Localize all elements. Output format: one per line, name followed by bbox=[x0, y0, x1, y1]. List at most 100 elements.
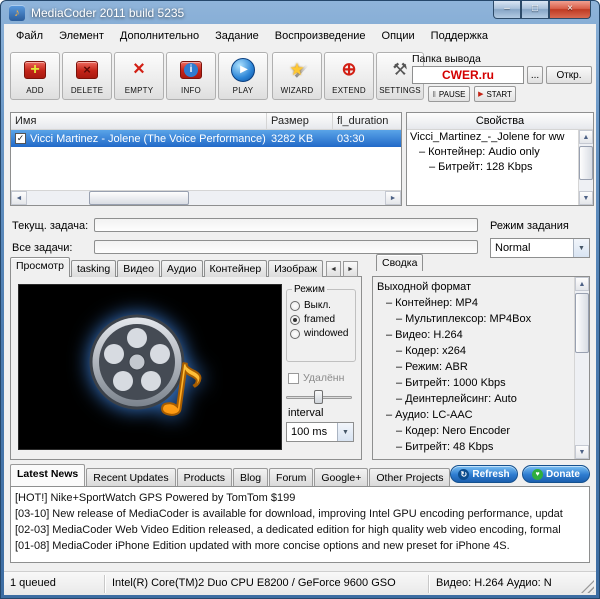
properties-scrollbar[interactable]: ▲ ▼ bbox=[578, 130, 593, 205]
scrollbar-thumb[interactable] bbox=[89, 191, 189, 205]
property-item[interactable]: – Битрейт: 128 Kbps bbox=[407, 160, 578, 175]
menu-playback[interactable]: Воспроизведение bbox=[267, 27, 374, 45]
extend-button[interactable]: ⊕ EXTEND bbox=[324, 52, 374, 100]
tab-container[interactable]: Контейнер bbox=[203, 260, 268, 277]
scrollbar-track[interactable] bbox=[579, 144, 593, 191]
scroll-down-arrow-icon[interactable]: ▼ bbox=[579, 191, 593, 205]
tree-item[interactable]: – Видео: H.264 bbox=[374, 327, 574, 343]
scroll-right-arrow-icon[interactable]: ► bbox=[385, 191, 401, 205]
add-button[interactable]: + ADD bbox=[10, 52, 60, 100]
donate-button[interactable]: ♥ Donate bbox=[522, 465, 590, 483]
news-item[interactable]: [HOT!] Nike+SportWatch GPS Powered by To… bbox=[15, 490, 585, 506]
scrollbar-thumb[interactable] bbox=[579, 146, 593, 180]
property-item[interactable]: Vicci_Martinez_-_Jolene for ww bbox=[407, 130, 578, 145]
dropdown-arrow-icon[interactable]: ▼ bbox=[573, 239, 589, 257]
output-folder-input[interactable]: CWER.ru bbox=[412, 66, 524, 84]
tab-video[interactable]: Видео bbox=[117, 260, 160, 277]
tree-item[interactable]: Выходной формат bbox=[374, 279, 574, 295]
tab-scroll-right-icon[interactable]: ► bbox=[343, 261, 358, 277]
status-queued: 1 queued bbox=[10, 577, 56, 589]
scrollbar-track[interactable] bbox=[575, 291, 589, 445]
file-checkbox[interactable]: ✓ bbox=[15, 133, 26, 144]
tree-dash: – bbox=[386, 409, 393, 421]
task-mode-select[interactable]: Normal ▼ bbox=[490, 238, 590, 258]
start-icon: ▶ bbox=[478, 91, 484, 98]
scroll-up-arrow-icon[interactable]: ▲ bbox=[575, 277, 589, 291]
refresh-button[interactable]: ↻ Refresh bbox=[450, 465, 518, 483]
tree-item[interactable]: – Режим: ABR bbox=[374, 359, 574, 375]
news-tab-blog[interactable]: Blog bbox=[233, 468, 269, 486]
file-size: 3282 KB bbox=[271, 132, 314, 145]
dropdown-arrow-icon[interactable]: ▼ bbox=[337, 423, 353, 441]
properties-header[interactable]: Свойства bbox=[407, 113, 593, 130]
tree-item[interactable]: – Кодер: Nero Encoder bbox=[374, 423, 574, 439]
news-tab-latest[interactable]: Latest News bbox=[10, 464, 86, 486]
tab-picture[interactable]: Изображ bbox=[268, 260, 323, 277]
tab-tasking[interactable]: tasking bbox=[70, 260, 117, 277]
column-header-name[interactable]: Имя bbox=[11, 113, 267, 129]
slider-thumb[interactable] bbox=[314, 390, 323, 404]
info-button[interactable]: i INFO bbox=[166, 52, 216, 100]
news-item[interactable]: [01-08] MediaCoder iPhone Edition update… bbox=[15, 538, 585, 554]
column-header-size[interactable]: Размер bbox=[267, 113, 333, 129]
scroll-down-arrow-icon[interactable]: ▼ bbox=[575, 445, 589, 459]
start-button[interactable]: ▶ START bbox=[474, 86, 516, 102]
interval-select[interactable]: 100 ms ▼ bbox=[286, 422, 354, 442]
menu-task[interactable]: Задание bbox=[207, 27, 267, 45]
menu-bar: Файл Элемент Дополнительно Задание Воспр… bbox=[8, 26, 496, 46]
delete-button[interactable]: × DELETE bbox=[62, 52, 112, 100]
close-button[interactable]: × bbox=[549, 1, 591, 19]
radio-framed[interactable]: framed bbox=[290, 314, 352, 325]
minimize-button[interactable]: – bbox=[493, 1, 521, 19]
file-row[interactable]: ✓ Vicci Martinez - Jolene (The Voice Per… bbox=[11, 130, 401, 147]
tree-item[interactable]: – Контейнер: MP4 bbox=[374, 295, 574, 311]
scrollbar-thumb[interactable] bbox=[575, 293, 589, 353]
resize-grip[interactable] bbox=[581, 580, 594, 593]
tree-item[interactable]: – Деинтерлейсинг: Auto bbox=[374, 391, 574, 407]
tree-item[interactable]: – Битрейт: 1000 Kbps bbox=[374, 375, 574, 391]
tab-preview[interactable]: Просмотр bbox=[10, 257, 70, 277]
news-list: [HOT!] Nike+SportWatch GPS Powered by To… bbox=[10, 486, 590, 563]
play-button[interactable]: ▶ PLAY bbox=[218, 52, 268, 100]
news-tab-forum[interactable]: Forum bbox=[269, 468, 314, 486]
tab-scroll-left-icon[interactable]: ◄ bbox=[326, 261, 341, 277]
browse-button[interactable]: ... bbox=[527, 66, 543, 84]
menu-item[interactable]: Элемент bbox=[51, 27, 112, 45]
tab-summary[interactable]: Сводка bbox=[376, 254, 424, 271]
empty-button[interactable]: × EMPTY bbox=[114, 52, 164, 100]
tree-item[interactable]: – Битрейт: 48 Kbps bbox=[374, 439, 574, 455]
menu-file[interactable]: Файл bbox=[8, 27, 51, 45]
menu-advanced[interactable]: Дополнительно bbox=[112, 27, 207, 45]
news-tab-products[interactable]: Products bbox=[176, 468, 233, 486]
tree-item[interactable]: – Мультиплексор: MP4Box bbox=[374, 311, 574, 327]
tree-item[interactable]: – Аудио: LC-AAC bbox=[374, 407, 574, 423]
wizard-icon: ★ bbox=[289, 59, 305, 79]
scrollbar-track[interactable] bbox=[27, 191, 385, 205]
property-item[interactable]: – Контейнер: Audio only bbox=[407, 145, 578, 160]
scroll-left-arrow-icon[interactable]: ◄ bbox=[11, 191, 27, 205]
tab-audio[interactable]: Аудио bbox=[160, 260, 203, 277]
menu-support[interactable]: Поддержка bbox=[423, 27, 496, 45]
tree-item[interactable]: – Кодер: x264 bbox=[374, 343, 574, 359]
interval-slider[interactable] bbox=[286, 390, 352, 404]
open-folder-button[interactable]: Откр. bbox=[546, 66, 592, 84]
news-tab-other[interactable]: Other Projects bbox=[369, 468, 451, 486]
radio-windowed[interactable]: windowed bbox=[290, 328, 352, 339]
file-list-hscrollbar[interactable]: ◄ ► bbox=[11, 190, 401, 205]
titlebar[interactable]: ♪ MediaCoder 2011 build 5235 – □ × bbox=[1, 1, 599, 24]
remote-checkbox[interactable]: Удалённ bbox=[288, 372, 344, 384]
news-item[interactable]: [02-03] MediaCoder Web Video Edition rel… bbox=[15, 522, 585, 538]
menu-options[interactable]: Опции bbox=[374, 27, 423, 45]
pause-button[interactable]: ‖ PAUSE bbox=[428, 86, 470, 102]
summary-scrollbar[interactable]: ▲ ▼ bbox=[574, 277, 589, 459]
tree-dash: – bbox=[386, 297, 393, 309]
news-item[interactable]: [03-10] New release of MediaCoder is ava… bbox=[15, 506, 585, 522]
radio-off[interactable]: Выкл. bbox=[290, 300, 352, 311]
interval-label: interval bbox=[288, 407, 324, 419]
maximize-button[interactable]: □ bbox=[521, 1, 549, 19]
news-tab-google[interactable]: Google+ bbox=[314, 468, 369, 486]
column-header-duration[interactable]: fl_duration bbox=[333, 113, 401, 129]
news-tab-updates[interactable]: Recent Updates bbox=[86, 468, 176, 486]
scroll-up-arrow-icon[interactable]: ▲ bbox=[579, 130, 593, 144]
wizard-button[interactable]: ★ WIZARD bbox=[272, 52, 322, 100]
